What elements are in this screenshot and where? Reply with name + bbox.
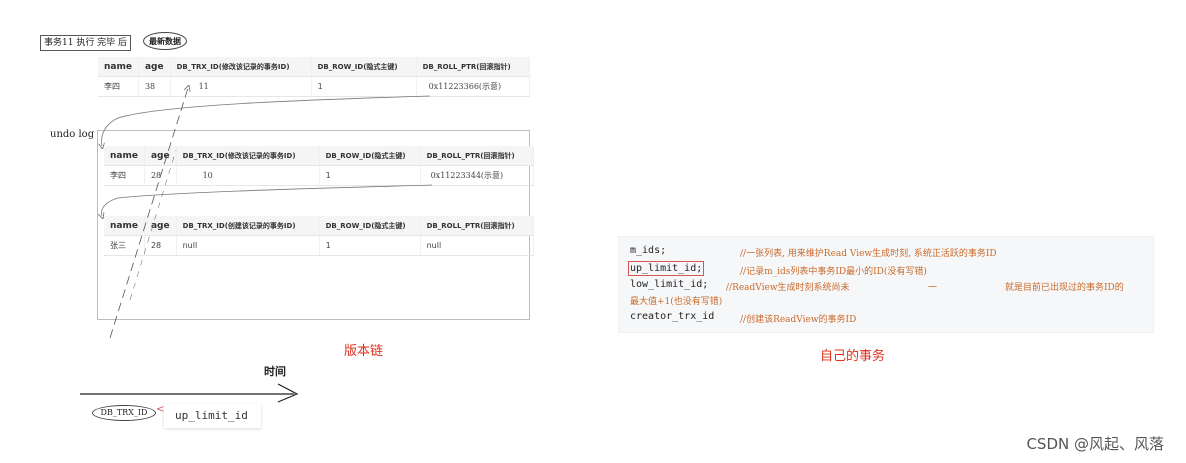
code-line-creator-trx-id: creator_trx_id //创建该ReadView的事务ID bbox=[630, 311, 856, 325]
visibility-dashed-line-2 bbox=[129, 149, 177, 301]
time-axis-arrowhead bbox=[277, 383, 299, 403]
code-comment-dash: 一 bbox=[928, 283, 938, 293]
visibility-dashed-line bbox=[109, 88, 188, 339]
up-limit-id-label: up_limit_id bbox=[164, 404, 261, 428]
roll-pointer-arrow-2 bbox=[102, 184, 433, 216]
own-transaction-label: 自己的事务 bbox=[820, 349, 886, 364]
db-trx-id-ellipse: DB_TRX_ID bbox=[92, 405, 156, 421]
code-comment: //一张列表, 用来维护Read View生成时刻, 系统正活跃的事务ID bbox=[740, 249, 997, 259]
code-field: creator_trx_id bbox=[630, 311, 715, 322]
code-comment: //创建该ReadView的事务ID bbox=[740, 315, 857, 325]
code-line-low-limit-id: low_limit_id; //ReadView生成时刻系统尚未 一 就是目前已… bbox=[630, 279, 1124, 293]
connector-lines bbox=[80, 0, 433, 403]
code-line-up-limit-id: up_limit_id; //记录m_ids列表中事务ID最小的ID(没有写错) bbox=[627, 261, 927, 277]
readview-code-block: m_ids; //一张列表, 用来维护Read View生成时刻, 系统正活跃的… bbox=[618, 236, 1154, 333]
csdn-watermark: CSDN @风起、风落 bbox=[1026, 435, 1164, 453]
roll-pointer-arrow-1 bbox=[102, 95, 431, 146]
code-line-m-ids: m_ids; //一张列表, 用来维护Read View生成时刻, 系统正活跃的… bbox=[630, 245, 997, 259]
code-line-continuation: 最大值+1(也没有写错) bbox=[630, 294, 722, 307]
code-comment-tail: 就是目前已出现过的事务ID的 bbox=[1005, 283, 1124, 293]
code-field: low_limit_id; bbox=[630, 279, 709, 290]
version-chain-label: 版本链 bbox=[344, 344, 384, 359]
code-comment: //记录m_ids列表中事务ID最小的ID(没有写错) bbox=[740, 267, 927, 277]
time-label: 时间 bbox=[264, 365, 286, 378]
code-comment: //ReadView生成时刻系统尚未 bbox=[726, 283, 850, 293]
code-comment: 最大值+1(也没有写错) bbox=[630, 297, 723, 307]
code-field: m_ids; bbox=[630, 245, 667, 256]
code-field-highlighted: up_limit_id; bbox=[627, 261, 705, 276]
